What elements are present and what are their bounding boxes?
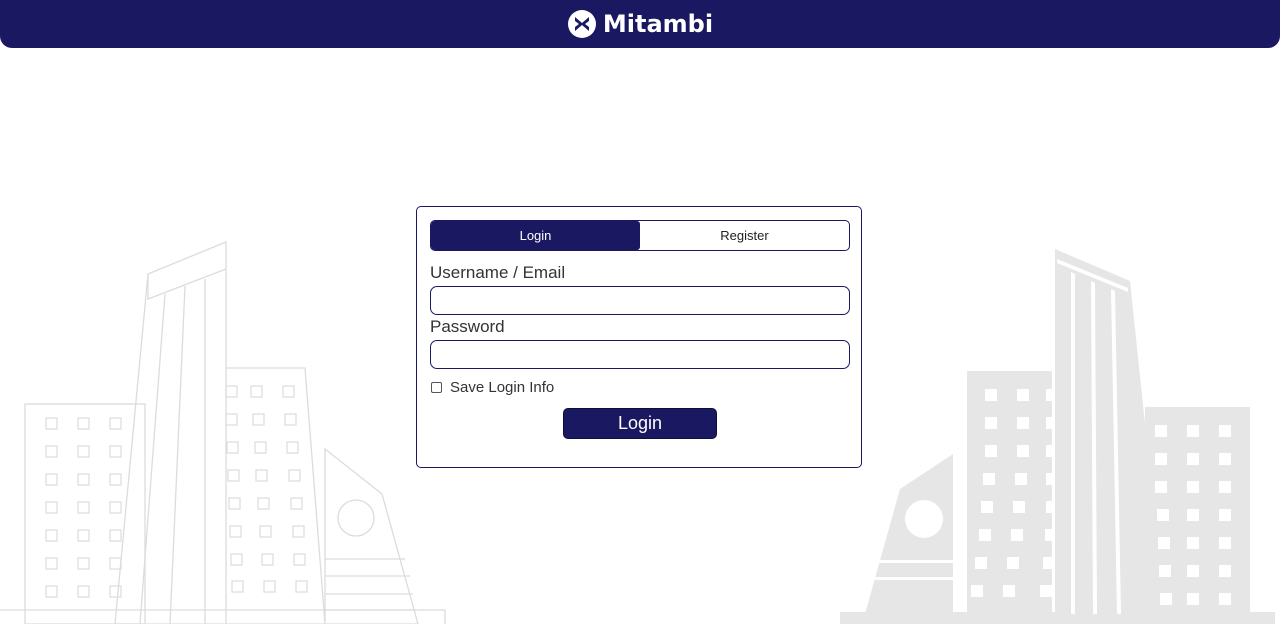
save-login-checkbox[interactable] bbox=[431, 382, 442, 393]
username-label: Username / Email bbox=[430, 263, 566, 282]
save-login-row: Save Login Info bbox=[430, 379, 554, 396]
login-button[interactable]: Login bbox=[563, 408, 717, 439]
save-login-label[interactable]: Save Login Info bbox=[450, 379, 554, 396]
login-card: Login Register Username / Email Password… bbox=[416, 206, 862, 468]
background-buildings-left-illustration bbox=[0, 241, 446, 624]
top-header: Mitambi bbox=[0, 0, 1280, 48]
tab-login[interactable]: Login bbox=[431, 221, 640, 250]
password-input[interactable] bbox=[430, 340, 850, 369]
tab-register[interactable]: Register bbox=[640, 221, 849, 250]
mitambi-logo-icon bbox=[567, 9, 597, 39]
brand-name: Mitambi bbox=[602, 10, 714, 38]
background-buildings-right-illustration bbox=[840, 249, 1275, 624]
auth-tabs: Login Register bbox=[430, 220, 850, 251]
username-input[interactable] bbox=[430, 286, 850, 315]
password-label: Password bbox=[430, 317, 505, 336]
brand-logo[interactable]: Mitambi bbox=[567, 9, 713, 39]
